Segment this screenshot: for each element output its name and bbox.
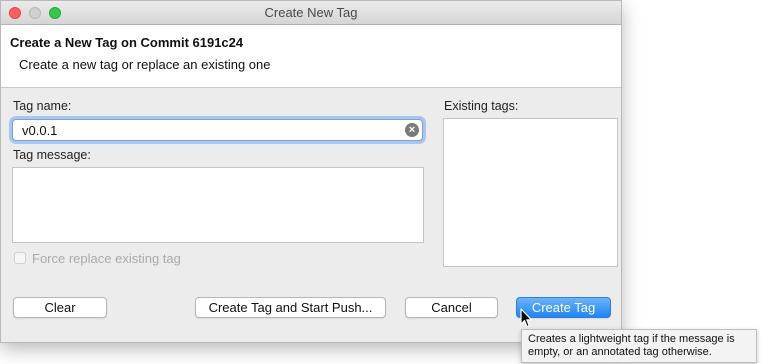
window-title: Create New Tag xyxy=(264,5,358,20)
force-replace-checkbox xyxy=(14,252,26,264)
clear-button[interactable]: Clear xyxy=(13,297,107,318)
dialog-banner: Create a New Tag on Commit 6191c24 Creat… xyxy=(1,25,621,88)
dialog-heading: Create a New Tag on Commit 6191c24 xyxy=(10,35,244,50)
arrow-cursor-icon xyxy=(520,308,533,328)
tag-name-field[interactable]: × xyxy=(12,119,423,141)
existing-tags-label: Existing tags: xyxy=(444,99,519,113)
force-replace-label: Force replace existing tag xyxy=(32,251,181,266)
create-tag-tooltip: Creates a lightweight tag if the message… xyxy=(521,329,757,363)
clear-circle-icon[interactable]: × xyxy=(405,123,419,137)
existing-tags-list[interactable] xyxy=(443,118,618,267)
create-tag-and-push-button[interactable]: Create Tag and Start Push... xyxy=(195,297,386,318)
dialog-description: Create a new tag or replace an existing … xyxy=(19,57,271,72)
tag-name-input[interactable] xyxy=(13,120,402,140)
create-tag-dialog: Create New Tag Create a New Tag on Commi… xyxy=(0,0,622,343)
title-bar: Create New Tag xyxy=(1,1,621,25)
cancel-button[interactable]: Cancel xyxy=(405,297,498,318)
tag-name-label: Tag name: xyxy=(13,99,72,113)
tag-message-label: Tag message: xyxy=(13,148,91,162)
tag-message-input[interactable] xyxy=(12,167,424,243)
